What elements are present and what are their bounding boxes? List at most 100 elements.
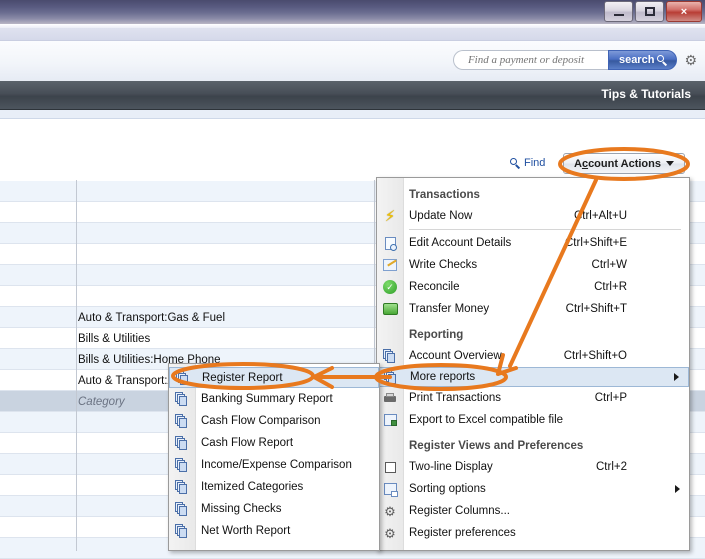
- menu-item-label: Register Columns...: [409, 505, 510, 517]
- menu-item-account-overview[interactable]: Account Overview Ctrl+Shift+O: [377, 345, 689, 367]
- submenu-item-itemized-categories[interactable]: Itemized Categories: [169, 476, 379, 498]
- excel-export-icon: [381, 411, 399, 429]
- menu-item-shortcut: Ctrl+Shift+T: [565, 303, 627, 315]
- register-cell-category[interactable]: Category: [78, 396, 125, 408]
- submenu-item-label: Banking Summary Report: [201, 393, 333, 405]
- menu-item-shortcut: Ctrl+P: [594, 392, 627, 404]
- reports-icon: [173, 434, 191, 452]
- menu-item-write-checks[interactable]: Write Checks Ctrl+W: [377, 254, 689, 276]
- minimize-button[interactable]: [604, 1, 633, 22]
- maximize-button[interactable]: [635, 1, 664, 22]
- submenu-item-label: Cash Flow Comparison: [201, 415, 321, 427]
- submenu-item-label: Itemized Categories: [201, 481, 304, 493]
- submenu-item-label: Missing Checks: [201, 503, 282, 515]
- search-group: search ⚙: [452, 50, 697, 70]
- tips-and-tutorials-link[interactable]: Tips & Tutorials: [601, 87, 691, 101]
- reports-icon: [381, 347, 399, 365]
- menu-item-transfer-money[interactable]: Transfer Money Ctrl+Shift+T: [377, 298, 689, 320]
- menu-item-two-line-display[interactable]: Two-line Display Ctrl+2: [377, 456, 689, 478]
- maximize-icon: [644, 7, 655, 16]
- menu-item-label: More reports: [410, 371, 476, 383]
- submenu-item-missing-checks[interactable]: Missing Checks: [169, 498, 379, 520]
- search-input-wrapper[interactable]: [452, 50, 608, 70]
- menu-content: Transactions ⚡ Update Now Ctrl+Alt+U Edit Ac…: [377, 178, 689, 544]
- submenu-item-income-expense-comparison[interactable]: Income/Expense Comparison: [169, 454, 379, 476]
- menu-item-edit-account-details[interactable]: Edit Account Details Ctrl+Shift+E: [377, 232, 689, 254]
- register-cell-category[interactable]: Auto & Transport:Gas & Fuel: [78, 312, 225, 324]
- reports-icon: [173, 412, 191, 430]
- menu-item-label: Transfer Money: [409, 303, 490, 315]
- navigation-bar: Tips & Tutorials: [0, 81, 705, 110]
- chevron-right-icon: [674, 373, 679, 381]
- menu-item-export-to-excel-compatible-file[interactable]: Export to Excel compatible file: [377, 409, 689, 431]
- account-actions-accel: c: [581, 157, 589, 170]
- window-title-bar: ×: [0, 0, 705, 25]
- window-chrome-strip-second: [0, 28, 705, 41]
- account-actions-button[interactable]: Account Actions: [563, 153, 685, 174]
- find-button[interactable]: Find: [510, 157, 545, 169]
- reports-icon: [174, 369, 192, 387]
- submenu-item-cash-flow-comparison[interactable]: Cash Flow Comparison: [169, 410, 379, 432]
- reports-icon: [173, 522, 191, 540]
- close-button[interactable]: ×: [666, 1, 702, 22]
- reports-icon: [173, 390, 191, 408]
- menu-item-shortcut: Ctrl+W: [591, 259, 627, 271]
- menu-item-label: Export to Excel compatible file: [409, 414, 564, 426]
- menu-item-label: Reconcile: [409, 281, 460, 293]
- close-icon: ×: [680, 5, 688, 18]
- reports-icon: [173, 500, 191, 518]
- submenu-item-banking-summary-report[interactable]: Banking Summary Report: [169, 388, 379, 410]
- submenu-item-cash-flow-report[interactable]: Cash Flow Report: [169, 432, 379, 454]
- lightning-bolt-icon: ⚡: [384, 207, 396, 225]
- search-button[interactable]: search: [607, 50, 678, 70]
- menu-item-register-columns[interactable]: ⚙ Register Columns...: [377, 500, 689, 522]
- printer-icon: [381, 389, 399, 407]
- chevron-right-icon: [675, 485, 680, 493]
- submenu-content: Register Report Banking Summary Report Cas…: [169, 364, 379, 542]
- menu-item-shortcut: Ctrl+2: [596, 461, 627, 473]
- submenu-item-net-worth-report[interactable]: Net Worth Report: [169, 520, 379, 542]
- menu-item-shortcut: Ctrl+Alt+U: [573, 210, 627, 222]
- more-reports-submenu[interactable]: Register Report Banking Summary Report Cas…: [168, 363, 380, 551]
- menu-item-reconcile[interactable]: ✓ Reconcile Ctrl+R: [377, 276, 689, 298]
- settings-gear-icon[interactable]: ⚙: [684, 53, 697, 67]
- write-check-icon: [381, 256, 399, 274]
- reconcile-check-icon: ✓: [381, 278, 399, 296]
- checkbox-icon: [381, 458, 399, 476]
- menu-item-register-preferences[interactable]: ⚙ Register preferences: [377, 522, 689, 544]
- menu-item-label: Write Checks: [409, 259, 478, 271]
- search-bar: search ⚙: [0, 41, 705, 81]
- minimize-icon: [613, 13, 624, 16]
- menu-item-more-reports[interactable]: More reports: [377, 367, 689, 387]
- menu-item-shortcut: Ctrl+R: [594, 281, 627, 293]
- submenu-item-register-report[interactable]: Register Report: [169, 367, 379, 388]
- register-column-rule-0: [76, 180, 77, 551]
- menu-item-update-now[interactable]: ⚡ Update Now Ctrl+Alt+U: [377, 205, 689, 227]
- window-controls: ×: [602, 1, 702, 22]
- register-cell-category[interactable]: Bills & Utilities: [78, 333, 150, 345]
- account-details-icon: [381, 234, 399, 252]
- submenu-item-label: Register Report: [202, 371, 283, 384]
- menu-item-shortcut: Ctrl+Shift+E: [565, 237, 627, 249]
- search-button-label: search: [618, 54, 655, 66]
- search-icon: [657, 54, 668, 66]
- reports-icon: [382, 368, 400, 386]
- find-magnifier-icon: [510, 157, 521, 169]
- submenu-item-label: Income/Expense Comparison: [201, 459, 352, 471]
- find-label: Find: [524, 157, 546, 169]
- menu-item-label: Account Overview: [409, 350, 502, 362]
- gear-icon: ⚙: [384, 503, 396, 519]
- search-input[interactable]: [465, 53, 608, 67]
- chevron-down-icon: [666, 161, 674, 166]
- menu-item-shortcut: Ctrl+Shift+O: [563, 350, 627, 362]
- reports-icon: [173, 456, 191, 474]
- menu-item-print-transactions[interactable]: Print Transactions Ctrl+P: [377, 387, 689, 409]
- reports-icon: [173, 478, 191, 496]
- submenu-item-label: Cash Flow Report: [201, 437, 294, 449]
- account-actions-label: Account Actions: [573, 157, 661, 170]
- menu-item-label: Edit Account Details: [409, 237, 512, 249]
- account-actions-dropdown-menu[interactable]: Transactions ⚡ Update Now Ctrl+Alt+U Edit Ac…: [376, 177, 690, 551]
- menu-item-sorting-options[interactable]: Sorting options: [377, 478, 689, 500]
- menu-item-label: Two-line Display: [409, 461, 493, 473]
- submenu-item-label: Net Worth Report: [201, 525, 291, 537]
